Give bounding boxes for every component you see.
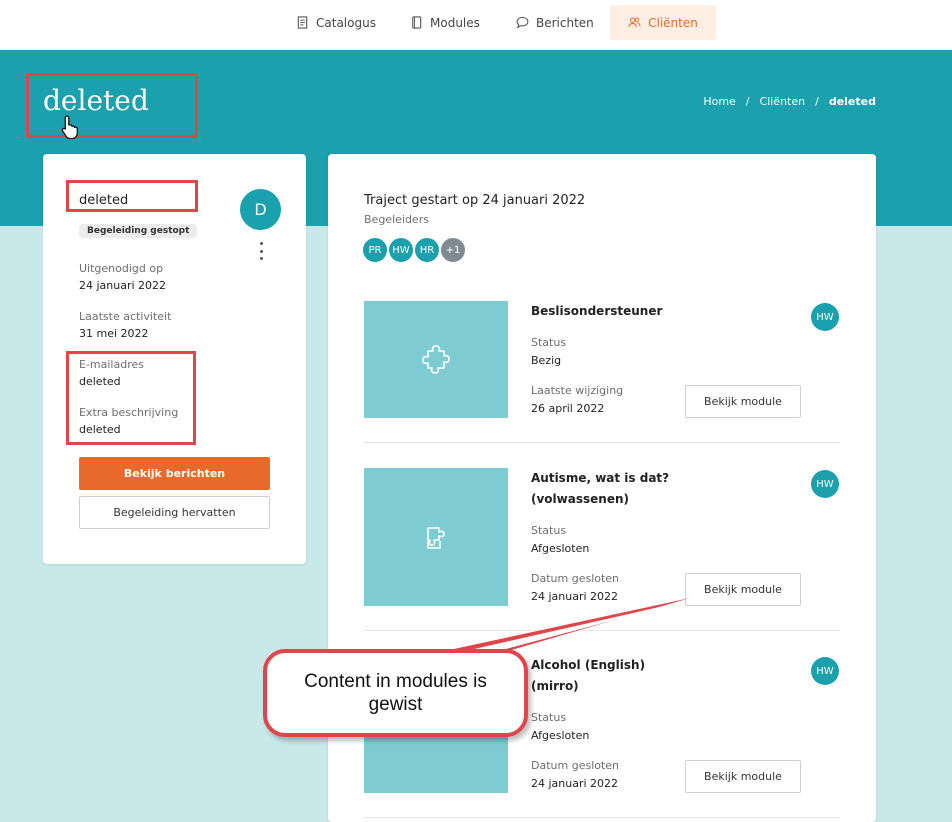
annotation-callout: Content in modules is gewist — [263, 649, 528, 737]
